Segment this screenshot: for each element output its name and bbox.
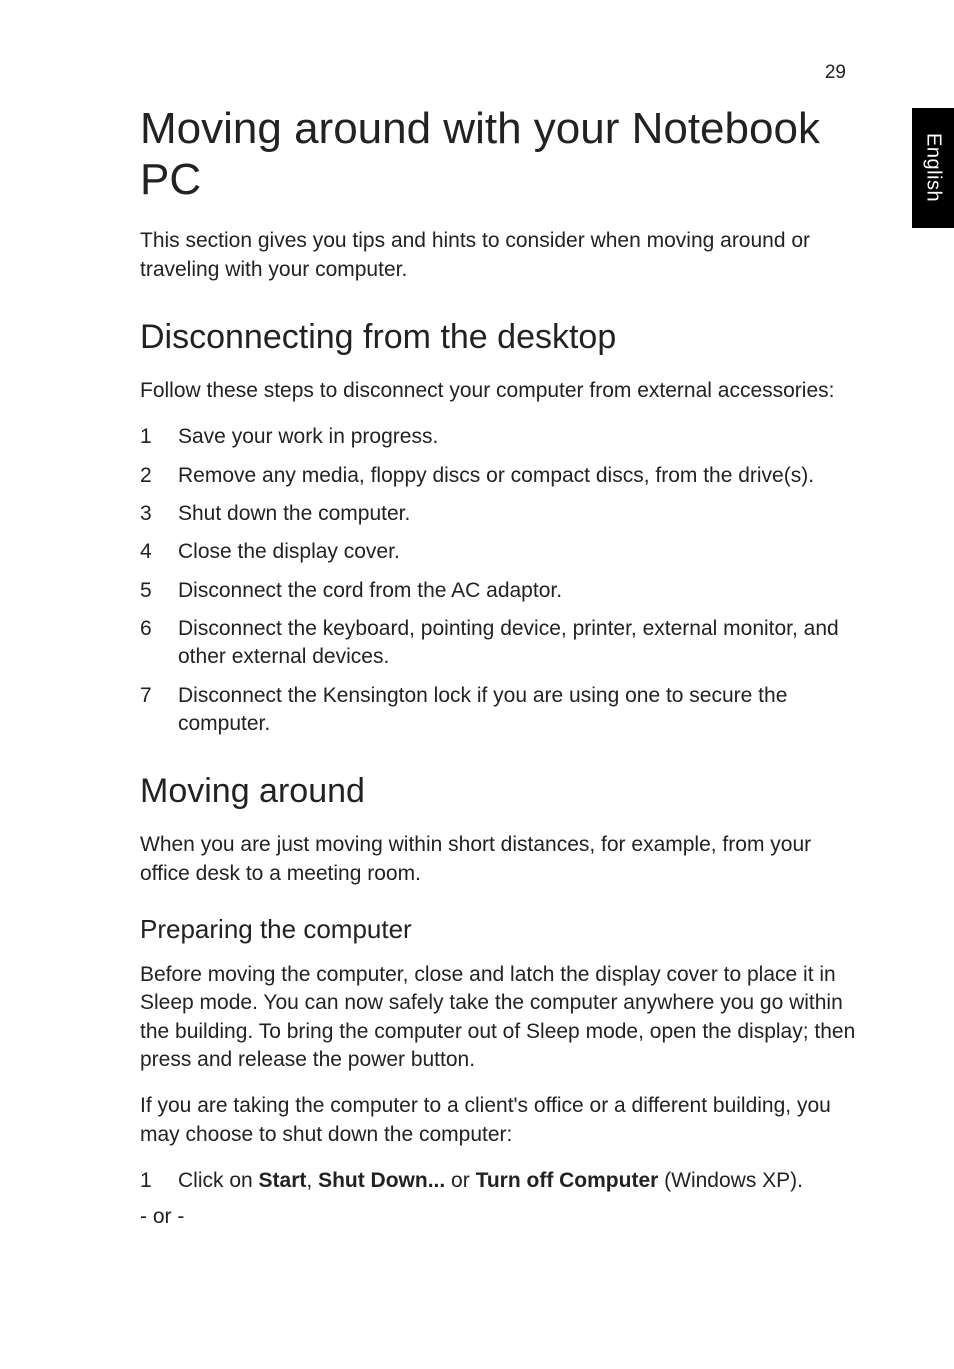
or-separator: - or -: [140, 1205, 858, 1229]
intro-paragraph: This section gives you tips and hints to…: [140, 227, 858, 284]
list-item: 3 Shut down the computer.: [140, 500, 858, 528]
step-text: Close the display cover.: [178, 538, 858, 566]
step-text: Disconnect the keyboard, pointing device…: [178, 615, 858, 672]
document-page: 29 English Moving around with your Noteb…: [0, 0, 954, 1369]
text-fragment: or: [445, 1169, 475, 1192]
list-item: 1 Save your work in progress.: [140, 423, 858, 451]
bold-text: Turn off Computer: [476, 1169, 659, 1192]
page-content: Moving around with your Notebook PC This…: [140, 104, 858, 1229]
step-text: Remove any media, floppy discs or compac…: [178, 462, 858, 490]
step-number: 1: [140, 423, 178, 451]
subsection-heading-preparing: Preparing the computer: [140, 914, 858, 945]
bold-text: Start: [259, 1169, 307, 1192]
page-number: 29: [825, 62, 846, 84]
step-number: 5: [140, 577, 178, 605]
disconnect-steps-list: 1 Save your work in progress. 2 Remove a…: [140, 423, 858, 738]
step-number: 7: [140, 682, 178, 739]
step-text: Click on Start, Shut Down... or Turn off…: [178, 1167, 858, 1195]
text-fragment: Click on: [178, 1169, 259, 1192]
step-number: 1: [140, 1167, 178, 1195]
step-text: Shut down the computer.: [178, 500, 858, 528]
section-heading-disconnect: Disconnecting from the desktop: [140, 318, 858, 357]
list-item: 5 Disconnect the cord from the AC adapto…: [140, 577, 858, 605]
list-item: 6 Disconnect the keyboard, pointing devi…: [140, 615, 858, 672]
step-text: Disconnect the Kensington lock if you ar…: [178, 682, 858, 739]
preparing-paragraph-1: Before moving the computer, close and la…: [140, 961, 858, 1074]
step-text: Save your work in progress.: [178, 423, 858, 451]
step-text: Disconnect the cord from the AC adaptor.: [178, 577, 858, 605]
step-number: 3: [140, 500, 178, 528]
shutdown-steps-list: 1 Click on Start, Shut Down... or Turn o…: [140, 1167, 858, 1195]
step-number: 2: [140, 462, 178, 490]
list-item: 1 Click on Start, Shut Down... or Turn o…: [140, 1167, 858, 1195]
page-title: Moving around with your Notebook PC: [140, 104, 858, 205]
bold-text: Shut Down...: [318, 1169, 445, 1192]
section-heading-moving: Moving around: [140, 772, 858, 811]
moving-lead: When you are just moving within short di…: [140, 831, 858, 888]
step-number: 4: [140, 538, 178, 566]
text-fragment: (Windows XP).: [658, 1169, 803, 1192]
step-number: 6: [140, 615, 178, 672]
list-item: 4 Close the display cover.: [140, 538, 858, 566]
text-fragment: ,: [306, 1169, 318, 1192]
preparing-paragraph-2: If you are taking the computer to a clie…: [140, 1092, 858, 1149]
list-item: 7 Disconnect the Kensington lock if you …: [140, 682, 858, 739]
list-item: 2 Remove any media, floppy discs or comp…: [140, 462, 858, 490]
language-tab: English: [912, 108, 954, 228]
disconnect-lead: Follow these steps to disconnect your co…: [140, 377, 858, 405]
